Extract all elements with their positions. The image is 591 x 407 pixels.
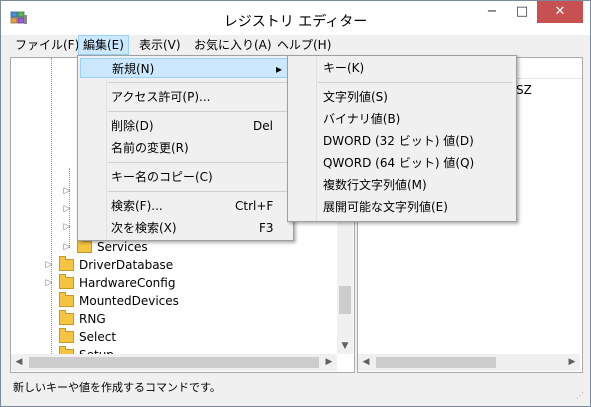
menu-item-new[interactable]: 新規(N) ▸ <box>80 58 289 78</box>
tree-item-label: HardwareConfig <box>79 276 176 290</box>
menu-item-binary-value[interactable]: バイナリ値(B) <box>290 109 512 129</box>
menu-item-rename[interactable]: 名前の変更(R) <box>80 138 289 158</box>
tree-item-label: RNG <box>79 312 106 326</box>
folder-icon <box>59 274 74 289</box>
tree-item-select[interactable]: Select <box>45 328 305 346</box>
scroll-thumb[interactable] <box>29 357 319 368</box>
menu-separator <box>108 111 289 112</box>
tree-item-label: Select <box>79 330 117 344</box>
close-button[interactable]: ✕ <box>537 1 583 23</box>
menu-item-label: 新規(N) <box>112 62 155 76</box>
maximize-button[interactable]: □ <box>507 1 537 23</box>
scroll-left-arrow-icon[interactable]: ◀ <box>358 354 374 371</box>
expand-arrow-icon[interactable]: ▷ <box>63 238 71 256</box>
menu-item-label: 展開可能な文字列値(E) <box>323 200 448 214</box>
menu-item-qword-value[interactable]: QWORD (64 ビット) 値(Q) <box>290 153 512 173</box>
menu-item-label: QWORD (64 ビット) 値(Q) <box>323 156 475 170</box>
scroll-down-arrow-icon[interactable]: ▼ <box>337 338 353 354</box>
minimize-button[interactable]: − <box>477 1 507 23</box>
menu-separator <box>318 82 512 83</box>
menu-item-dword-value[interactable]: DWORD (32 ビット) 値(D) <box>290 131 512 151</box>
values-horizontal-scrollbar[interactable]: ◀ ▶ <box>358 354 580 371</box>
menu-item-label: キー(K) <box>323 61 365 75</box>
new-submenu-dropdown: キー(K) 文字列値(S) バイナリ値(B) DWORD (32 ビット) 値(… <box>287 55 517 222</box>
expand-arrow-icon[interactable]: ▷ <box>63 204 71 222</box>
menu-favorites[interactable]: お気に入り(A) <box>190 36 276 54</box>
scroll-thumb[interactable] <box>376 357 496 368</box>
menu-item-label: キー名のコピー(C) <box>111 170 213 184</box>
menu-item-label: 文字列値(S) <box>323 90 388 104</box>
folder-icon <box>59 256 74 271</box>
menu-item-label: 名前の変更(R) <box>111 141 189 155</box>
menu-bar: ファイル(F) 編集(E) 表示(V) お気に入り(A) ヘルプ(H) <box>1 35 590 55</box>
expand-arrow-icon[interactable]: ▷ <box>63 186 71 204</box>
menu-item-multi-string-value[interactable]: 複数行文字列値(M) <box>290 175 512 195</box>
tree-horizontal-scrollbar[interactable]: ◀ ▶ <box>11 354 337 371</box>
menu-item-expandable-string-value[interactable]: 展開可能な文字列値(E) <box>290 197 512 217</box>
status-text: 新しいキーや値を作成するコマンドです。 <box>13 381 221 394</box>
menu-item-shortcut: Ctrl+F <box>235 199 274 213</box>
menu-edit[interactable]: 編集(E) <box>78 35 129 55</box>
menu-item-label: アクセス許可(P)... <box>111 90 211 104</box>
folder-icon <box>59 292 74 307</box>
menu-item-shortcut: F3 <box>259 221 274 235</box>
tree-item-label: DriverDatabase <box>79 258 174 272</box>
tree-item-label: MountedDevices <box>79 294 179 308</box>
menu-item-find[interactable]: 検索(F)... Ctrl+F <box>80 196 289 216</box>
menu-file[interactable]: ファイル(F) <box>11 36 83 54</box>
menu-item-key[interactable]: キー(K) <box>290 58 512 78</box>
menu-item-shortcut: Del <box>253 119 273 133</box>
tree-item-driverdatabase[interactable]: ▷ DriverDatabase <box>45 256 305 274</box>
menu-item-permissions[interactable]: アクセス許可(P)... <box>80 87 289 107</box>
menu-help[interactable]: ヘルプ(H) <box>273 36 335 54</box>
menu-separator <box>108 162 289 163</box>
tree-item-rng[interactable]: RNG <box>45 310 305 328</box>
scroll-right-arrow-icon[interactable]: ▶ <box>564 354 580 371</box>
menu-item-string-value[interactable]: 文字列値(S) <box>290 87 512 107</box>
menu-item-copy-key-name[interactable]: キー名のコピー(C) <box>80 167 289 187</box>
expand-arrow-icon[interactable]: ▷ <box>45 256 53 274</box>
tree-item-mounteddevices[interactable]: MountedDevices <box>45 292 305 310</box>
menu-view[interactable]: 表示(V) <box>135 36 185 54</box>
folder-icon <box>59 310 74 325</box>
menu-item-label: 次を検索(X) <box>111 221 177 235</box>
menu-separator <box>108 82 289 83</box>
menu-item-label: 検索(F)... <box>111 199 163 213</box>
scroll-left-arrow-icon[interactable]: ◀ <box>11 354 27 371</box>
title-bar[interactable]: レジストリ エディター − □ ✕ <box>1 1 590 35</box>
tree-item-hardwareconfig[interactable]: ▷ HardwareConfig <box>45 274 305 292</box>
menu-item-label: バイナリ値(B) <box>323 112 401 126</box>
status-bar: 新しいキーや値を作成するコマンドです。 ⋰ <box>1 373 590 405</box>
menu-separator <box>108 191 289 192</box>
menu-item-label: 削除(D) <box>111 119 154 133</box>
menu-item-label: DWORD (32 ビット) 値(D) <box>323 134 474 148</box>
folder-icon <box>77 238 92 253</box>
menu-item-find-next[interactable]: 次を検索(X) F3 <box>80 218 289 238</box>
expand-arrow-icon[interactable]: ▷ <box>45 274 53 292</box>
edit-menu-dropdown: 新規(N) ▸ アクセス許可(P)... 削除(D) Del 名前の変更(R) … <box>77 55 294 241</box>
submenu-arrow-icon: ▸ <box>276 62 283 76</box>
scroll-thumb[interactable] <box>339 286 351 314</box>
menu-item-label: 複数行文字列値(M) <box>323 178 427 192</box>
menu-item-delete[interactable]: 削除(D) Del <box>80 116 289 136</box>
scroll-right-arrow-icon[interactable]: ▶ <box>321 354 337 371</box>
folder-icon <box>59 328 74 343</box>
resize-grip-icon[interactable]: ⋰ <box>576 391 586 401</box>
value-type-text: SZ <box>516 83 532 97</box>
